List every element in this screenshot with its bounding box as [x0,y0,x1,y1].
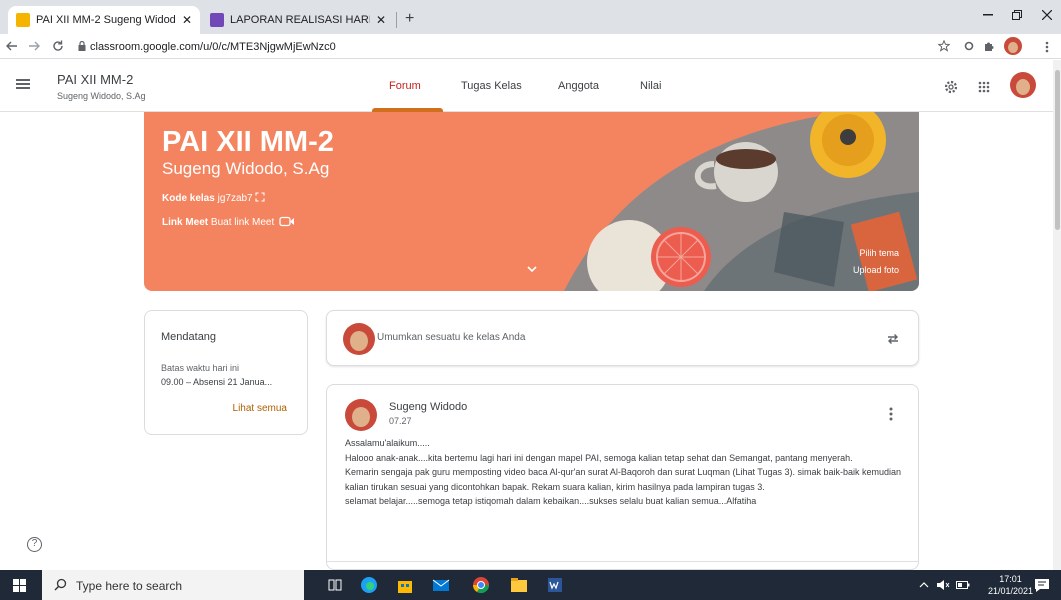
apps-grid-icon[interactable] [978,81,990,93]
post-divider [327,561,918,562]
tab-title: LAPORAN REALISASI HARIAN GU [230,14,370,26]
post-author: Sugeng Widodo [389,401,468,413]
taskbar-clock[interactable]: 17:01 21/01/2021 [988,573,1033,597]
mail-icon[interactable] [432,576,450,594]
announcement-post: Sugeng Widodo 07.27 Assalamu'alaikum....… [326,384,919,570]
chrome-icon[interactable] [472,576,490,594]
profile-avatar[interactable] [1004,37,1022,55]
banner-teacher-name: Sugeng Widodo, S.Ag [162,159,330,178]
classroom-favicon-icon [16,13,30,27]
clock-time: 17:01 [999,574,1022,584]
post-time: 07.27 [389,416,412,426]
browser-menu-icon[interactable] [1045,41,1049,53]
create-meet-link[interactable]: Buat link Meet [211,217,274,228]
close-tab-icon[interactable]: ✕ [376,13,386,27]
clock-date: 21/01/2021 [988,586,1034,596]
close-window-icon[interactable] [1042,10,1052,20]
meet-label: Link Meet [162,217,209,228]
tab-title: PAI XII MM-2 Sugeng Widodo, S [36,14,176,26]
upcoming-title: Mendatang [161,331,217,343]
search-icon [54,578,67,591]
minimize-icon[interactable] [983,14,993,16]
settings-gear-icon[interactable] [944,80,958,94]
lock-icon[interactable] [78,41,86,51]
post-line: Halooo anak-anak....kita bertemu lagi ha… [345,452,853,463]
browser-tab-classroom[interactable]: PAI XII MM-2 Sugeng Widodo, S ✕ [8,6,200,34]
tab-nilai[interactable]: Nilai [640,80,661,92]
reload-icon[interactable] [52,40,64,52]
help-icon[interactable]: ? [27,537,42,552]
chevron-down-icon[interactable] [527,266,537,273]
meet-camera-icon[interactable] [279,216,295,227]
extensions-puzzle-icon[interactable] [983,40,995,52]
classroom-header: PAI XII MM-2 Sugeng Widodo, S.Ag Forum T… [0,60,1061,112]
account-avatar[interactable] [1010,72,1036,98]
class-code-value[interactable]: jg7zab7 [218,193,253,204]
new-tab-button[interactable]: + [405,10,414,28]
scrollbar-thumb[interactable] [1055,70,1060,230]
author-avatar [345,399,377,431]
fullscreen-code-icon[interactable] [255,192,265,202]
search-placeholder[interactable]: Type here to search [76,579,182,593]
edge-browser-icon[interactable] [360,576,378,594]
restore-icon[interactable] [1012,10,1022,20]
user-avatar [343,323,375,355]
volume-icon[interactable] [936,579,950,591]
reuse-post-icon[interactable] [886,332,900,346]
browser-tab-laporan[interactable]: LAPORAN REALISASI HARIAN GU ✕ [202,6,394,34]
notifications-icon[interactable] [1034,578,1050,593]
class-code-label: Kode kelas [162,193,215,204]
banner-class-title: PAI XII MM-2 [162,126,334,158]
post-line: Assalamu'alaikum..... [345,438,430,448]
class-code: Kode kelas jg7zab7 [162,192,265,204]
class-name[interactable]: PAI XII MM-2 [57,72,133,87]
class-teacher: Sugeng Widodo, S.Ag [57,91,146,101]
post-line: selamat belajar.....semoga tetap istiqom… [345,496,757,506]
tab-tugas-kelas[interactable]: Tugas Kelas [461,80,522,92]
tab-anggota[interactable]: Anggota [558,80,599,92]
close-tab-icon[interactable]: ✕ [182,13,192,27]
upcoming-item[interactable]: 09.00 – Absensi 21 Janua... [161,377,272,387]
meet-link-row: Link Meet Buat link Meet [162,216,295,228]
announce-placeholder[interactable]: Umumkan sesuatu ke kelas Anda [377,332,525,343]
browser-tab-strip: PAI XII MM-2 Sugeng Widodo, S ✕ LAPORAN … [0,0,1061,34]
class-banner: PAI XII MM-2 Sugeng Widodo, S.Ag Kode ke… [144,112,919,291]
post-menu-icon[interactable] [889,407,893,421]
extension-circle-icon[interactable] [964,41,974,51]
post-line: Kemarin sengaja pak guru memposting vide… [345,467,902,492]
taskbar-search[interactable]: Type here to search [42,570,304,600]
battery-icon[interactable] [956,580,970,590]
tab-separator [396,12,397,28]
windows-start-icon[interactable] [13,579,26,592]
main-menu-icon[interactable] [16,79,30,89]
post-body: Assalamu'alaikum..... Halooo anak-anak..… [345,436,910,509]
store-icon[interactable] [396,576,414,594]
tray-chevron-icon[interactable] [919,581,929,589]
url-field[interactable]: classroom.google.com/u/0/c/MTE3NjgwMjEwN… [90,41,336,53]
view-all-link[interactable]: Lihat semua [233,403,287,414]
upcoming-due-label: Batas waktu hari ini [161,363,240,373]
upcoming-card: Mendatang Batas waktu hari ini 09.00 – A… [144,310,308,435]
address-bar-row: classroom.google.com/u/0/c/MTE3NjgwMjEwN… [0,34,1061,59]
pick-theme-link[interactable]: Pilih tema [859,248,899,258]
back-arrow-icon[interactable] [6,41,18,51]
tab-forum[interactable]: Forum [389,80,421,92]
forms-favicon-icon [210,13,224,27]
upload-photo-link[interactable]: Upload foto [853,265,899,275]
task-view-icon[interactable] [326,576,344,594]
forward-arrow-icon[interactable] [28,41,40,51]
windows-taskbar: Type here to search 17:01 21/01/2021 [0,570,1061,600]
file-explorer-icon[interactable] [510,576,528,594]
announce-box[interactable]: Umumkan sesuatu ke kelas Anda [326,310,919,366]
bookmark-star-icon[interactable] [938,40,950,52]
word-icon[interactable] [546,576,564,594]
